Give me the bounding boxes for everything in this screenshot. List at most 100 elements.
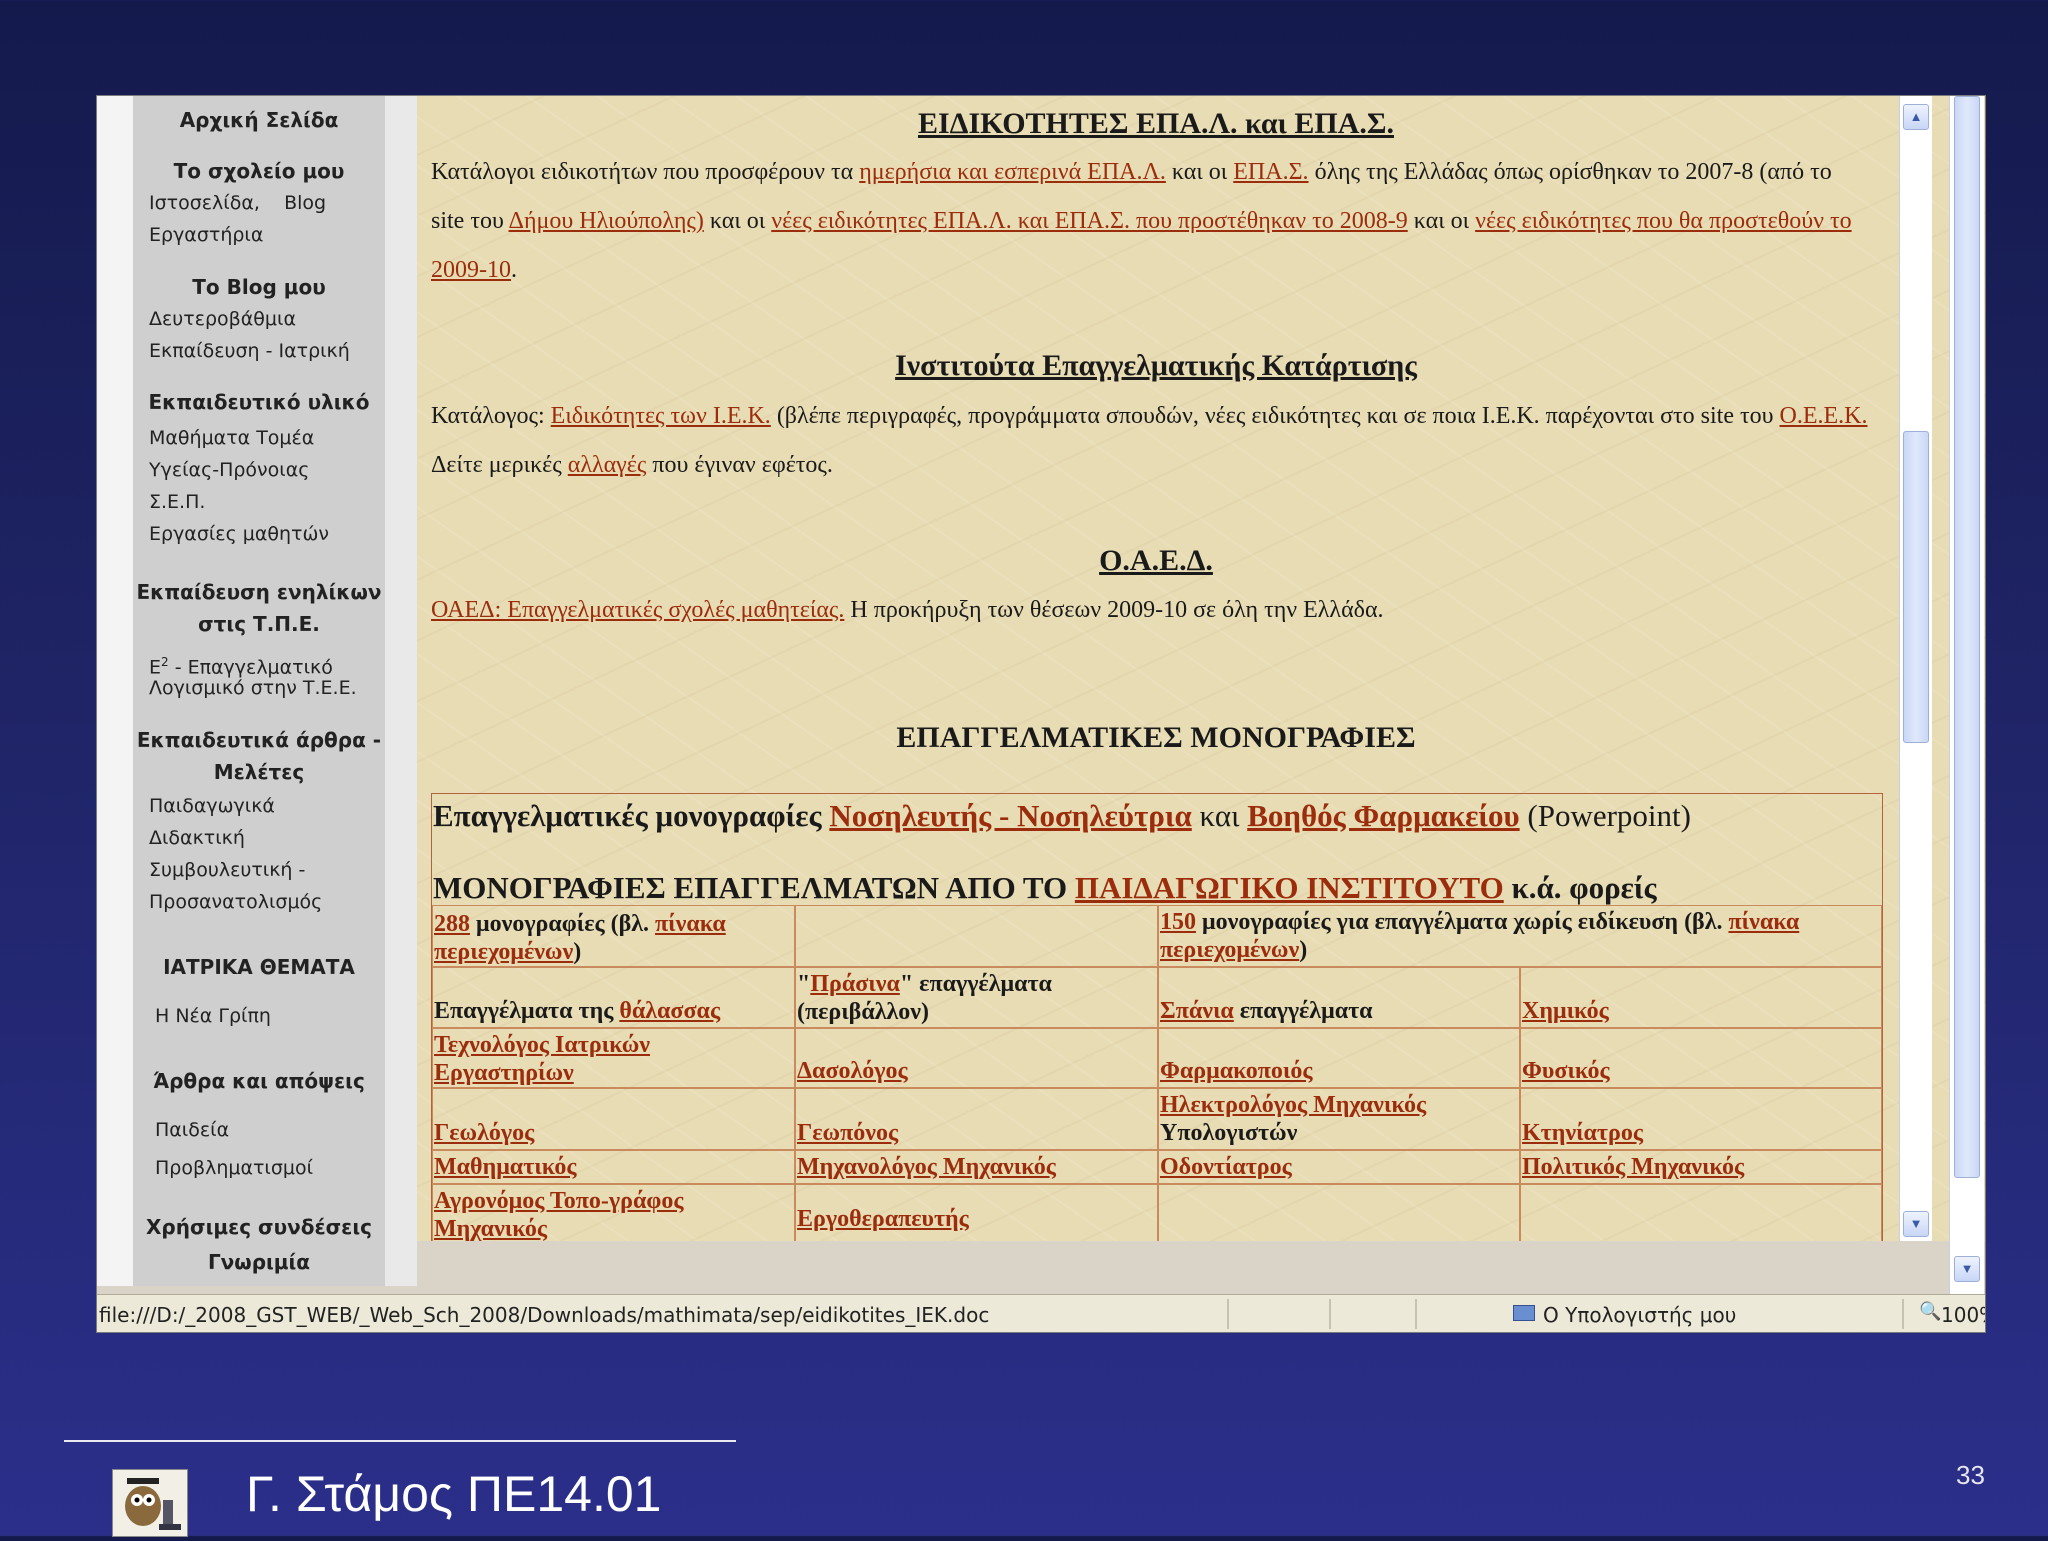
grid-cell: Σπάνια επαγγέλματα <box>1158 967 1520 1028</box>
grid-cell: Τεχνολόγος Ιατρικών Εργαστηρίων <box>432 1028 795 1088</box>
inner-scrollbar[interactable]: ▲ ▼ <box>1899 96 1932 1241</box>
mechanical-engineer-link[interactable]: Μηχανολόγος Μηχανικός <box>797 1153 1056 1181</box>
sidebar-blog-link[interactable]: Blog <box>284 192 326 214</box>
status-bar: file:///D:/_2008_GST_WEB/_Web_Sch_2008/D… <box>97 1294 1985 1332</box>
sidebar-website-link[interactable]: Ιστοσελίδα, <box>149 192 260 214</box>
computer-engineer-link[interactable]: Ηλεκτρολόγος Μηχανικός <box>1160 1092 1426 1118</box>
document-content: ΕΙΔΙΚΟΤΗΤΕΣ ΕΠΑ.Λ. και ΕΠΑ.Σ. Κατάλογοι … <box>417 96 1985 1241</box>
sidebar-material-item[interactable]: Υγείας-Πρόνοιας <box>149 454 309 486</box>
grid-cell: Επαγγέλματα της θάλασσας <box>432 967 795 1028</box>
status-zoom[interactable]: 100% <box>1941 1303 1985 1327</box>
grid-cell: Οδοντίατρος <box>1158 1150 1520 1184</box>
scroll-up-icon[interactable]: ▲ <box>1903 104 1929 130</box>
grid-cell: Γεωπόνος <box>795 1088 1158 1150</box>
sidebar-articles-item[interactable]: Διδακτική <box>149 822 245 854</box>
sidebar-blog-item-secondary[interactable]: Δευτεροβάθμια <box>149 303 296 335</box>
rare-professions-link[interactable]: Σπάνια <box>1160 998 1234 1024</box>
scroll-down-icon[interactable]: ▼ <box>1954 1256 1980 1282</box>
oaed-paragraph: ΟΑΕΔ: Επαγγελματικές σχολές μαθητείας. Η… <box>431 597 1384 623</box>
municipality-link[interactable]: Δήμου Ηλιούπολης) <box>509 208 704 234</box>
sidebar-articles-heading-line1[interactable]: Εκπαιδευτικά άρθρα - <box>133 724 385 757</box>
oeek-link[interactable]: Ο.Ε.Ε.Κ. <box>1780 403 1868 429</box>
count-288-link[interactable]: 288 <box>434 911 470 937</box>
sidebar-opinions-item[interactable]: Προβληματισμοί <box>155 1152 313 1184</box>
pharmacy-assistant-link[interactable]: Βοηθός Φαρμακείου <box>1247 798 1519 833</box>
mathematician-link[interactable]: Μαθηματικός <box>434 1153 576 1181</box>
grid-cell: Κτηνίατρος <box>1520 1088 1882 1150</box>
pharmacist-link[interactable]: Φαρμακοποιός <box>1160 1057 1312 1085</box>
sidebar-opinions-item[interactable]: Παιδεία <box>155 1114 229 1146</box>
sea-professions-link[interactable]: θάλασσας <box>619 998 720 1024</box>
zoom-icon[interactable]: 🔍 <box>1919 1301 1941 1322</box>
computer-icon <box>1513 1305 1535 1321</box>
sidebar-articles-item[interactable]: Παιδαγωγικά <box>149 790 275 822</box>
status-zone: Ο Υπολογιστής μου <box>1543 1303 1737 1327</box>
oaed-schools-link[interactable]: ΟΑΕΔ: Επαγγελματικές σχολές μαθητείας. <box>431 597 844 623</box>
sidebar: Αρχική Σελίδα Το σχολείο μου Ιστοσελίδα,… <box>97 96 417 1286</box>
forester-link[interactable]: Δασολόγος <box>797 1057 908 1085</box>
occupational-therapist-link[interactable]: Εργοθεραπευτής <box>797 1206 969 1232</box>
chemist-link[interactable]: Χημικός <box>1522 997 1609 1025</box>
window-scroll-thumb[interactable] <box>1954 96 1980 1178</box>
civil-engineer-link[interactable]: Πολιτικός Μηχανικός <box>1522 1153 1744 1181</box>
sidebar-adult-heading-line2[interactable]: στις Τ.Π.Ε. <box>133 608 385 641</box>
sidebar-adult-item-software[interactable]: Λογισμικό στην Τ.Ε.Ε. <box>149 672 357 704</box>
epal-paragraph: Κατάλογοι ειδικοτήτων που προσφέρουν τα … <box>431 159 1852 283</box>
monographs-title: ΕΠΑΓΓΕΛΜΑΤΙΚΕΣ ΜΟΝΟΓΡΑΦΙΕΣ <box>896 721 1416 754</box>
pedagogical-institute-link[interactable]: ΠΑΙΔΑΓΩΓΙΚΟ ΙΝΣΤΙΤΟΥΤΟ <box>1075 870 1504 905</box>
sidebar-home-link[interactable]: Αρχική Σελίδα <box>133 104 385 137</box>
sidebar-material-item[interactable]: Σ.Ε.Π. <box>149 486 205 518</box>
iek-paragraph: Κατάλογος: Ειδικότητες των Ι.Ε.Κ. (βλέπε… <box>431 403 1868 478</box>
slide-number: 33 <box>1956 1460 1985 1490</box>
sidebar-school-links: Ιστοσελίδα, Blog <box>149 187 326 219</box>
monographs-row-powerpoint: Επαγγελματικές μονογραφίες Νοσηλευτής - … <box>433 798 1691 833</box>
sidebar-flu-link[interactable]: Η Νέα Γρίπη <box>155 1000 271 1032</box>
grid-cell: Δασολόγος <box>795 1028 1158 1088</box>
veterinarian-link[interactable]: Κτηνίατρος <box>1522 1119 1643 1147</box>
sidebar-useful-item[interactable]: Γνωριμία <box>133 1246 385 1279</box>
epal-day-evening-link[interactable]: ημερήσια και εσπερινά ΕΠΑ.Λ. <box>859 159 1166 185</box>
sidebar-articles-item[interactable]: Προσανατολισμός <box>149 886 322 918</box>
dentist-link[interactable]: Οδοντίατρος <box>1160 1153 1292 1181</box>
inner-scroll-thumb[interactable] <box>1903 431 1929 743</box>
physicist-link[interactable]: Φυσικός <box>1522 1057 1610 1085</box>
grid-cell: Γεωλόγος <box>432 1088 795 1150</box>
grid-cell: Αγρονόμος Τοπο-γράφος Μηχανικός <box>432 1184 795 1241</box>
grid-cell: Φυσικός <box>1520 1028 1882 1088</box>
sidebar-useful-heading[interactable]: Χρήσιμες συνδέσεις <box>133 1211 385 1244</box>
sidebar-material-item[interactable]: Εργασίες μαθητών <box>149 518 329 550</box>
green-professions-link[interactable]: Πράσινα <box>810 971 900 997</box>
scroll-down-icon[interactable]: ▼ <box>1903 1211 1929 1237</box>
sidebar-material-item[interactable]: Μαθήματα Τομέα <box>149 422 314 454</box>
sidebar-blog-heading[interactable]: Το Blog μου <box>133 271 385 304</box>
grid-cell: Φαρμακοποιός <box>1158 1028 1520 1088</box>
iek-specialties-link[interactable]: Ειδικότητες των Ι.Ε.Κ. <box>551 403 771 429</box>
sidebar-articles-item[interactable]: Συμβουλευτική - <box>149 854 305 886</box>
sidebar-material-heading[interactable]: Εκπαιδευτικό υλικό <box>133 386 385 419</box>
nurse-monograph-link[interactable]: Νοσηλευτής - Νοσηλεύτρια <box>829 798 1191 833</box>
surveyor-engineer-link[interactable]: Αγρονόμος Τοπο-γράφος Μηχανικός <box>434 1188 683 1241</box>
iek-title: Ινστιτούτα Επαγγελματικής Κατάρτισης <box>895 349 1417 382</box>
geologist-link[interactable]: Γεωλόγος <box>434 1119 534 1147</box>
owl-logo-icon <box>112 1469 188 1537</box>
epas-link[interactable]: ΕΠΑ.Σ. <box>1233 159 1308 185</box>
count-150-link[interactable]: 150 <box>1160 909 1196 935</box>
sidebar-adult-heading-line1[interactable]: Εκπαίδευση ενηλίκων <box>133 576 385 609</box>
status-url: file:///D:/_2008_GST_WEB/_Web_Sch_2008/D… <box>99 1303 990 1327</box>
monographs-table: Επαγγελματικές μονογραφίες Νοσηλευτής - … <box>431 793 1883 1241</box>
footer-divider <box>64 1440 736 1442</box>
grid-cell: Πολιτικός Μηχανικός <box>1520 1150 1882 1184</box>
sidebar-workshops-link[interactable]: Εργαστήρια <box>149 219 263 251</box>
new-specialties-2008-link[interactable]: νέες ειδικότητες ΕΠΑ.Λ. και ΕΠΑ.Σ. που π… <box>771 208 1407 234</box>
sidebar-articles-heading-line2[interactable]: Μελέτες <box>133 756 385 789</box>
sidebar-blog-item-medical[interactable]: Εκπαίδευση - Ιατρική <box>149 335 350 367</box>
sidebar-opinions-heading[interactable]: Άρθρα και απόψεις <box>133 1065 385 1098</box>
lab-technologist-link[interactable]: Τεχνολόγος Ιατρικών Εργαστηρίων <box>434 1032 650 1086</box>
oaed-title: Ο.Α.Ε.Δ. <box>1099 544 1213 577</box>
agronomist-link[interactable]: Γεωπόνος <box>797 1119 898 1147</box>
sidebar-medical-heading[interactable]: ΙΑΤΡΙΚΑ ΘΕΜΑΤΑ <box>133 951 385 984</box>
sidebar-school-heading[interactable]: Το σχολείο μου <box>133 155 385 188</box>
grid-cell: Μηχανολόγος Μηχανικός <box>795 1150 1158 1184</box>
changes-link[interactable]: αλλαγές <box>568 452 647 478</box>
window-scrollbar[interactable]: ▼ <box>1949 96 1984 1294</box>
